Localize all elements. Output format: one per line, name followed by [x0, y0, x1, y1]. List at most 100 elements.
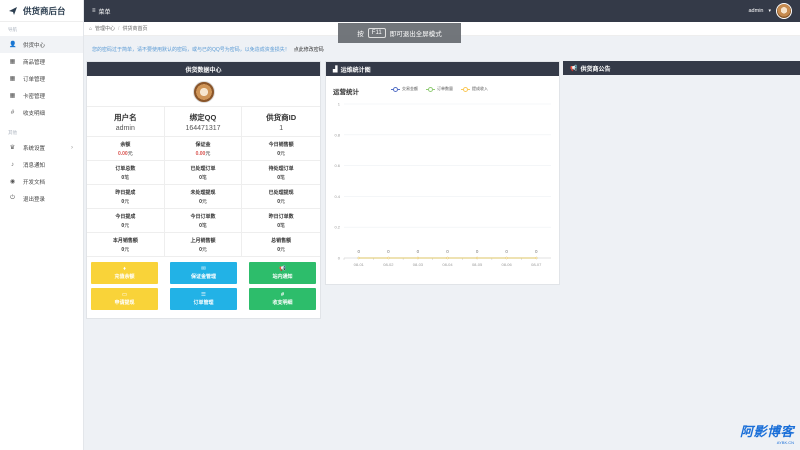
- sidebar-item-label: 供货中心: [23, 42, 46, 49]
- button-label: 收支明细: [272, 300, 293, 306]
- stat-value: 0笔: [167, 222, 240, 229]
- data-label: 0: [446, 249, 449, 254]
- stat-value: 0笔: [244, 222, 318, 229]
- y-tick-label: 0.6: [334, 163, 340, 168]
- stat-label: 今日销售额: [268, 141, 294, 148]
- sidebar-item[interactable]: # 收支明细: [0, 104, 83, 121]
- stat-unit: 笔: [280, 174, 286, 181]
- user-menu[interactable]: admin ▾: [748, 3, 792, 19]
- stat-label: 已处理订单: [190, 165, 216, 172]
- stat-label: 总销售额: [271, 237, 292, 244]
- topbar: ≡ 菜单 admin ▾: [84, 0, 800, 22]
- stat-number: 0.00: [117, 150, 128, 157]
- stat-value: 0.00元: [167, 150, 240, 157]
- stat-cell: 本月销售额 0元: [87, 233, 165, 257]
- fullscreen-toast: 按 F11 即可退出全屏模式: [338, 23, 461, 43]
- line-chart: 0 0.2 0.4 0.6 0.8 1 08-01 08-02 08-03 08-04 08-05 0…: [334, 102, 551, 267]
- stat-label: 上月销售额: [190, 237, 216, 244]
- y-tick-label: 0.2: [334, 225, 340, 230]
- button-label: 订单管理: [193, 300, 214, 306]
- data-point: [475, 256, 479, 260]
- supplier-notice-panel: 📢 供货商公告: [563, 61, 800, 75]
- sidebar-item-label: 开发文档: [23, 179, 46, 186]
- sidebar-item[interactable]: ▦ 订单管理: [0, 70, 83, 87]
- stat-unit: 元: [124, 222, 130, 229]
- grid-icon: ▦: [9, 76, 16, 82]
- sidebar-item[interactable]: ♪ 消息通知: [0, 156, 83, 173]
- y-tick-label: 0.4: [334, 194, 340, 199]
- stat-unit: 元: [201, 198, 207, 205]
- data-point: [357, 256, 360, 260]
- notice-text: 您的密码过于简单，请不要使用默认的密码，或与已的QQ号为密码，以免造成资金损失！: [92, 47, 290, 53]
- info-value: admin: [115, 124, 135, 132]
- username: admin: [748, 8, 764, 14]
- user-icon: 👤: [9, 42, 17, 48]
- caret-down-icon: ▾: [768, 8, 771, 14]
- y-tick-label: 0.8: [334, 132, 340, 137]
- stat-value: 0元: [167, 246, 240, 253]
- action-button[interactable]: ▭ 申请提现: [91, 288, 158, 310]
- y-tick-label: 0: [338, 256, 341, 261]
- stat-value: 0.00元: [89, 150, 162, 157]
- data-label: 0: [476, 249, 479, 254]
- stat-cell: 昨日提成 0元: [87, 185, 165, 209]
- security-notice: 您的密码过于简单，请不要使用默认的密码，或与已的QQ号为密码，以免造成资金损失！…: [84, 41, 800, 58]
- sidebar-item[interactable]: 👤 供货中心: [0, 36, 83, 53]
- stat-unit: 笔: [201, 174, 207, 181]
- menu-toggle-button[interactable]: ≡ 菜单: [92, 7, 111, 16]
- stat-cell: 已处理订单 0笔: [164, 161, 243, 185]
- stats-grid: 余额 0.00元 保证金 0.00元 今日销售额 0元 订单总数 0笔 已处理订单 0笔 待处理订单…: [87, 137, 320, 257]
- action-button[interactable]: ✉ 保证金管理: [170, 262, 237, 284]
- stat-cell: 今日提成 0元: [87, 209, 165, 233]
- sidebar-item-label: 系统设置: [23, 145, 46, 152]
- stat-cell: 未处理提现 0元: [164, 185, 243, 209]
- action-button[interactable]: ♦ 充值余额: [91, 262, 158, 284]
- brand[interactable]: 供货商后台: [0, 0, 83, 22]
- stat-value: 0元: [89, 222, 162, 229]
- panel-title: 供货商公告: [580, 66, 611, 73]
- data-point: [535, 256, 538, 260]
- stat-unit: 笔: [201, 222, 207, 229]
- account-info-grid: 用户名 admin 绑定QQ 164471317 供货商ID 1: [87, 106, 320, 137]
- menu-label: 菜单: [98, 9, 111, 16]
- avatar[interactable]: [776, 3, 792, 19]
- stat-unit: 元: [127, 150, 133, 157]
- panel-title: 供货数据中心: [185, 67, 222, 74]
- button-icon: #: [280, 292, 285, 298]
- button-label: 充值余额: [114, 274, 135, 280]
- sidebar-item-label: 商品管理: [23, 59, 46, 66]
- stat-value: 0元: [167, 198, 240, 205]
- x-tick-label: 08-06: [502, 262, 513, 267]
- app-title: 供货商后台: [23, 5, 66, 16]
- home-icon: ⌂: [89, 25, 93, 32]
- action-button[interactable]: # 收支明细: [249, 288, 316, 310]
- x-tick-label: 08-02: [383, 262, 394, 267]
- info-label: 用户名: [114, 112, 137, 122]
- change-password-link[interactable]: 点此修改密码: [294, 46, 324, 53]
- breadcrumb-current: 供货商首页: [122, 26, 148, 32]
- sidebar-item[interactable]: ◉ 开发文档: [0, 173, 83, 190]
- stat-cell: 总销售额 0元: [242, 233, 320, 257]
- stat-value: 0元: [244, 246, 318, 253]
- action-button[interactable]: ☰ 订单管理: [170, 288, 237, 310]
- data-label: 0: [387, 249, 390, 254]
- sidebar-item[interactable]: ▦ 商品管理: [0, 53, 83, 70]
- info-value: 1: [279, 124, 284, 132]
- stat-cell: 今日销售额 0元: [242, 137, 320, 161]
- stat-cell: 订单总数 0笔: [87, 161, 165, 185]
- data-label: 0: [505, 249, 508, 254]
- stat-cell: 余额 0.00元: [87, 137, 165, 161]
- sidebar-item[interactable]: ⏻ 退出登录: [0, 190, 83, 207]
- panel-header: ▟ 运维统计图: [326, 62, 559, 76]
- panel-header: 📢 供货商公告: [563, 61, 800, 75]
- action-button[interactable]: 📢 站内通知: [249, 262, 316, 284]
- sidebar-item[interactable]: ♛ 系统设置 ›: [0, 139, 83, 156]
- stat-label: 订单总数: [115, 165, 136, 172]
- stat-label: 已处理提现: [268, 189, 294, 196]
- info-cell: 供货商ID 1: [242, 107, 320, 137]
- button-icon: ▭: [121, 292, 128, 298]
- breadcrumb-home[interactable]: 管理中心: [95, 25, 115, 32]
- watermark-subtitle: AYBK.CN: [776, 440, 794, 445]
- stat-label: 余额: [120, 141, 131, 148]
- sidebar-item[interactable]: ▦ 卡密管理: [0, 87, 83, 104]
